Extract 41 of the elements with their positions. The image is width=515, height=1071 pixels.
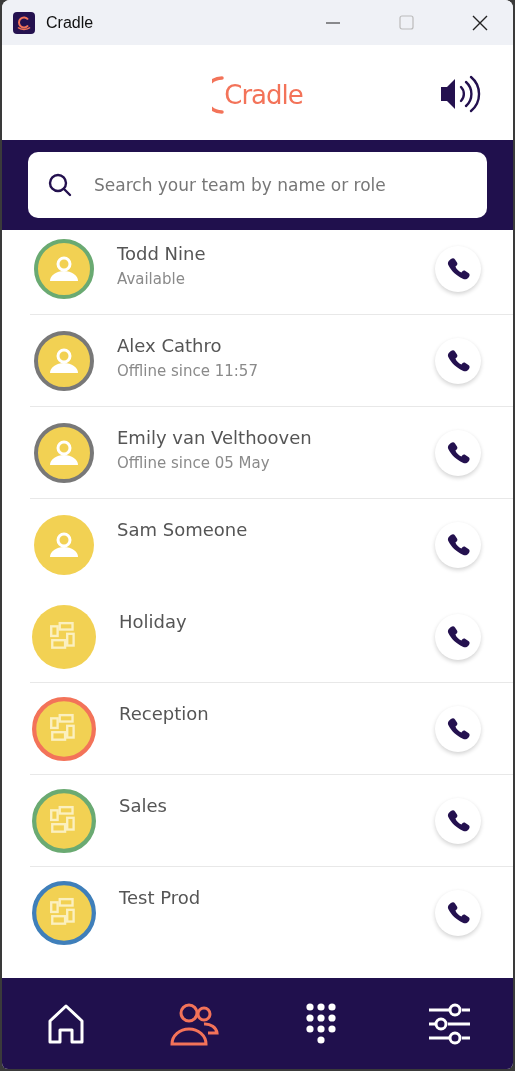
call-button[interactable]	[435, 521, 481, 568]
call-button[interactable]	[435, 245, 481, 292]
call-button[interactable]	[435, 429, 481, 476]
home-icon[interactable]	[46, 1002, 85, 1045]
contact-name: Alex Cathro	[117, 335, 223, 356]
settings-icon[interactable]	[427, 1002, 471, 1045]
phone-icon	[446, 256, 470, 281]
close-icon[interactable]	[472, 14, 488, 31]
dialpad-icon[interactable]	[306, 1002, 337, 1045]
group-name: Holiday	[119, 611, 188, 632]
phone-icon	[446, 348, 470, 373]
logo-arc-icon	[212, 75, 227, 114]
logo-text: Cradle	[224, 79, 303, 110]
search-field[interactable]: Search your team by name or role	[28, 152, 487, 218]
group-name: Test Prod	[119, 887, 202, 908]
contact-status: Offline since 11:57	[117, 362, 259, 380]
phone-icon	[446, 716, 470, 741]
contact-status: Offline since 05 May	[117, 454, 271, 472]
contact-status: Available	[117, 270, 186, 288]
call-button[interactable]	[435, 705, 481, 752]
group-name: Sales	[119, 795, 168, 816]
group-avatar	[32, 604, 96, 669]
phone-icon	[446, 900, 470, 925]
contact-name: Todd Nine	[117, 243, 207, 264]
phone-icon	[446, 532, 470, 557]
search-input[interactable]: Search your team by name or role	[92, 174, 467, 196]
phone-icon	[446, 440, 470, 465]
call-button[interactable]	[435, 613, 481, 660]
call-button[interactable]	[435, 797, 481, 844]
phone-icon	[446, 808, 470, 833]
app-icon	[13, 11, 35, 34]
phone-icon	[446, 624, 470, 649]
contact-name: Emily van Velthooven	[117, 427, 313, 448]
search-icon	[48, 173, 72, 197]
contact-name: Sam Someone	[117, 519, 249, 540]
window-title: Cradle	[46, 13, 94, 32]
people-icon[interactable]	[168, 1001, 219, 1046]
call-button[interactable]	[435, 337, 481, 384]
person-avatar	[34, 514, 94, 575]
call-button[interactable]	[435, 889, 481, 936]
group-name: Reception	[119, 703, 210, 724]
